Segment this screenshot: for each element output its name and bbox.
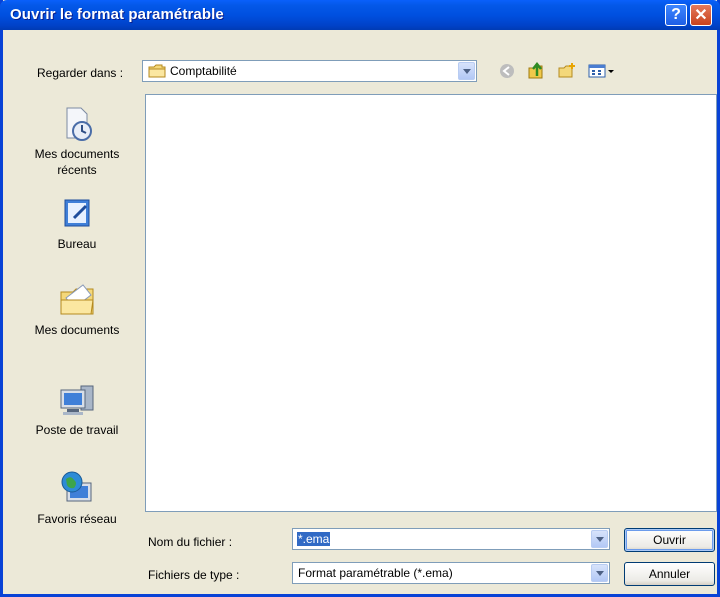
file-name-input[interactable]: *.ema — [292, 528, 610, 550]
view-menu-icon — [588, 64, 614, 78]
look-in-label: Regarder dans : — [37, 66, 124, 80]
new-folder-icon — [558, 63, 575, 78]
look-in-dropdown[interactable]: Comptabilité — [142, 60, 477, 82]
cancel-button[interactable]: Annuler — [624, 562, 715, 586]
back-button[interactable] — [497, 61, 517, 81]
look-in-value: Comptabilité — [170, 64, 237, 78]
place-my-documents[interactable]: Mes documents — [14, 280, 140, 338]
my-computer-icon — [57, 380, 97, 420]
network-places-icon — [57, 469, 97, 509]
chevron-down-icon — [595, 536, 604, 542]
chevron-down-icon — [462, 68, 471, 74]
up-folder-icon — [528, 62, 543, 79]
place-recent-documents[interactable]: Mes documents récents — [14, 104, 140, 178]
place-network-places[interactable]: Favoris réseau — [14, 469, 140, 527]
look-in-dropdown-button[interactable] — [458, 62, 475, 80]
chevron-down-icon — [595, 570, 604, 576]
back-arrow-icon — [500, 64, 514, 78]
place-network-places-label: Favoris réseau — [37, 512, 117, 526]
places-bar: Mes documents récents Bureau Mes documen… — [14, 94, 140, 592]
file-list[interactable] — [145, 94, 717, 512]
view-menu-button[interactable] — [587, 61, 617, 81]
place-desktop[interactable]: Bureau — [14, 194, 140, 252]
open-button[interactable]: Ouvrir — [624, 528, 715, 552]
desktop-icon — [57, 194, 97, 234]
new-folder-button[interactable] — [557, 61, 577, 81]
recent-documents-icon — [57, 104, 97, 144]
file-type-dropdown[interactable]: Format paramétrable (*.ema) — [292, 562, 610, 584]
folder-icon — [148, 64, 166, 78]
file-type-dropdown-button[interactable] — [591, 564, 608, 582]
window-title: Ouvrir le format paramétrable — [10, 6, 224, 23]
cancel-button-label: Annuler — [648, 567, 691, 581]
help-icon: ? — [671, 6, 681, 23]
help-button[interactable]: ? — [665, 4, 687, 26]
my-documents-icon — [57, 280, 97, 320]
open-button-label: Ouvrir — [653, 533, 686, 547]
up-folder-button[interactable] — [526, 61, 546, 81]
file-type-label: Fichiers de type : — [148, 568, 240, 582]
title-bar[interactable]: Ouvrir le format paramétrable ? ✕ — [0, 0, 720, 30]
file-type-value: Format paramétrable (*.ema) — [298, 566, 453, 580]
file-name-label: Nom du fichier : — [148, 535, 233, 549]
place-recent-documents-label: Mes documents récents — [34, 147, 120, 177]
close-button[interactable]: ✕ — [690, 4, 712, 26]
open-dialog: Ouvrir le format paramétrable ? ✕ Regard… — [0, 0, 720, 597]
place-desktop-label: Bureau — [57, 237, 97, 251]
close-icon: ✕ — [694, 7, 708, 24]
file-name-value: *.ema — [297, 532, 331, 546]
file-name-dropdown-button[interactable] — [591, 530, 608, 548]
place-my-documents-label: Mes documents — [34, 323, 120, 337]
place-my-computer[interactable]: Poste de travail — [14, 380, 140, 438]
place-my-computer-label: Poste de travail — [35, 423, 119, 437]
